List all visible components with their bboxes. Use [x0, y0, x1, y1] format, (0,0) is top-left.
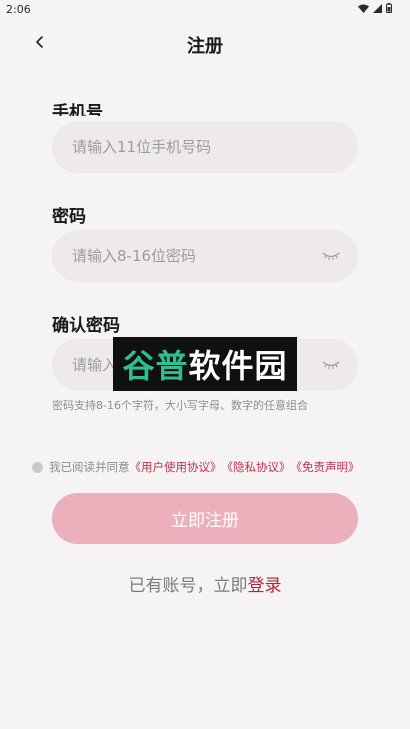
- confirm-password-label: 确认密码: [52, 316, 120, 336]
- status-bar: 2:06: [0, 0, 410, 18]
- agreement-row: 我已阅读并同意 《用户使用协议》 《隐私协议》 《免责声明》: [32, 459, 360, 475]
- disclaimer-link[interactable]: 《免责声明》: [291, 459, 360, 475]
- watermark-logo: 谷普 软件园: [113, 337, 297, 391]
- status-icons: [358, 3, 392, 13]
- user-agreement-link[interactable]: 《用户使用协议》: [130, 459, 222, 475]
- password-field-container: [52, 229, 358, 283]
- agreement-checkbox[interactable]: [32, 461, 43, 473]
- login-prefix: 已有账号，立即: [128, 576, 248, 596]
- page-title: 注册: [187, 36, 223, 57]
- battery-icon: [386, 3, 392, 13]
- watermark-text-white: 软件园: [188, 347, 288, 385]
- login-row: 已有账号，立即登录: [0, 571, 410, 596]
- signal-icon: [373, 3, 382, 13]
- password-input[interactable]: [70, 229, 340, 283]
- eye-closed-icon[interactable]: [322, 249, 340, 263]
- status-time: 2:06: [6, 3, 31, 16]
- phone-field-container: [52, 120, 358, 174]
- eye-closed-icon[interactable]: [322, 358, 340, 372]
- wifi-icon: [358, 4, 369, 13]
- phone-label: 手机号: [52, 103, 103, 116]
- privacy-agreement-link[interactable]: 《隐私协议》: [222, 459, 291, 475]
- login-link[interactable]: 登录: [248, 576, 282, 596]
- password-label: 密码: [52, 207, 86, 227]
- phone-input[interactable]: [70, 120, 340, 174]
- password-hint: 密码支持8-16个字符，大小写字母、数字的任意组合: [52, 399, 308, 412]
- register-button[interactable]: 立即注册: [52, 493, 358, 544]
- watermark-text-green: 谷普: [122, 347, 189, 385]
- agreement-prefix: 我已阅读并同意: [49, 460, 130, 474]
